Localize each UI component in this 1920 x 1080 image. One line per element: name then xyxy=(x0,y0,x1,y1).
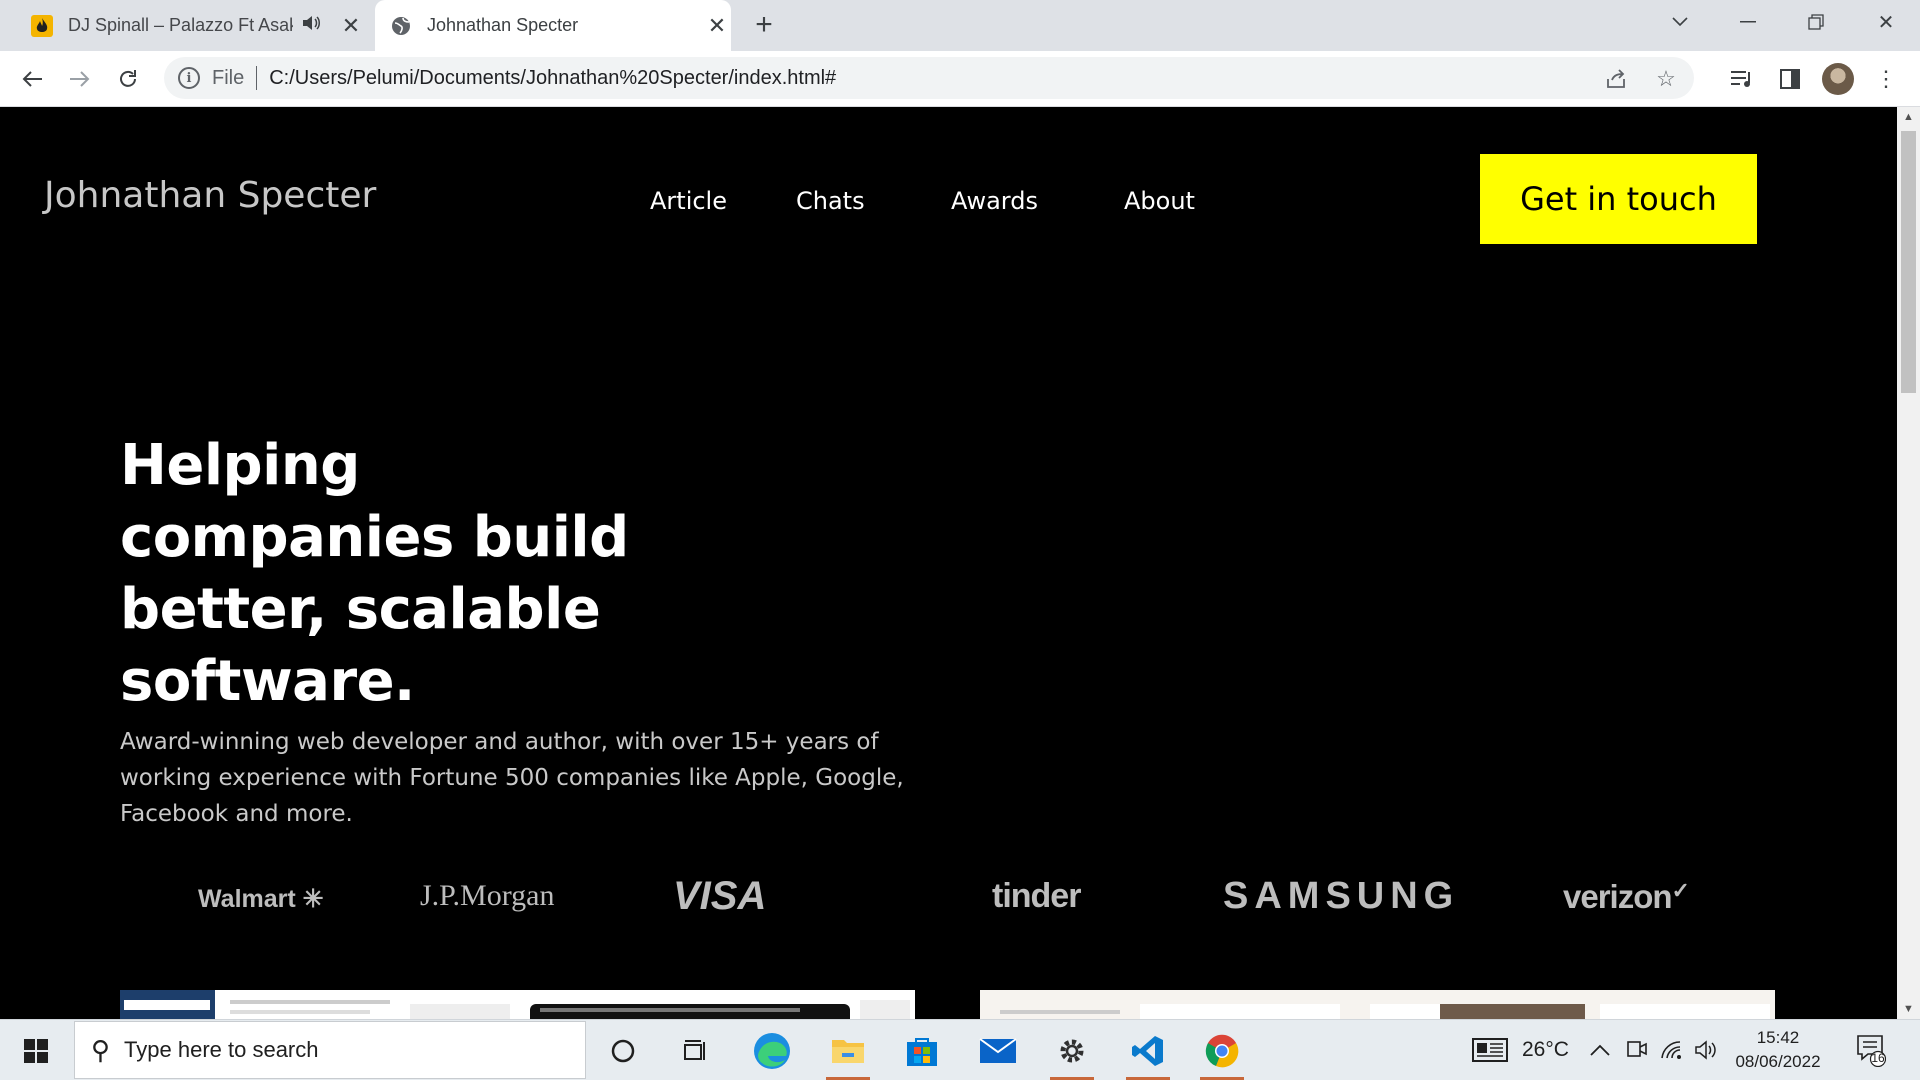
media-control-icon[interactable] xyxy=(1726,63,1758,95)
search-placeholder: Type here to search xyxy=(124,1037,319,1062)
notification-center-icon[interactable]: 16 xyxy=(1856,1020,1886,1080)
browser-toolbar: i File C:/Users/Pelumi/Documents/Johnath… xyxy=(0,51,1920,107)
mail-icon[interactable] xyxy=(972,1028,1024,1074)
hero-subtitle: Award-winning web developer and author, … xyxy=(120,729,904,827)
divider xyxy=(256,66,258,90)
cortana-icon[interactable] xyxy=(597,1028,649,1074)
spark-icon: ✳ xyxy=(302,885,324,913)
menu-kebab-icon[interactable]: ⋮ xyxy=(1870,63,1902,95)
scheme-label: File xyxy=(212,66,245,89)
search-icon: ⚲ xyxy=(91,1034,111,1065)
speaker-icon[interactable] xyxy=(299,15,323,36)
tab-title: DJ Spinall – Palazzo Ft Asake xyxy=(68,15,293,35)
meet-now-icon[interactable] xyxy=(1626,1020,1648,1080)
hero-title: Helping companies build better, scalable… xyxy=(120,433,629,714)
microsoft-store-icon[interactable] xyxy=(896,1028,948,1074)
clock-time: 15:42 xyxy=(1756,1028,1800,1047)
vscode-icon[interactable] xyxy=(1122,1028,1174,1080)
scroll-thumb[interactable] xyxy=(1901,131,1916,393)
tab-johnathan-specter[interactable]: Johnathan Specter ✕ xyxy=(375,0,731,51)
visa-logo: VISA xyxy=(673,874,767,918)
notification-count: 16 xyxy=(1871,1051,1885,1065)
edge-icon[interactable] xyxy=(746,1028,798,1074)
new-tab-button[interactable]: + xyxy=(748,10,780,42)
tinder-logo: tinder xyxy=(992,877,1081,915)
side-panel-icon[interactable] xyxy=(1774,63,1806,95)
flame-icon xyxy=(30,14,54,38)
share-icon[interactable] xyxy=(1602,65,1630,93)
verizon-logo: verizon✓ xyxy=(1563,878,1690,915)
samsung-logo: SAMSUNG xyxy=(1223,875,1460,917)
show-hidden-icons[interactable] xyxy=(1590,1020,1610,1080)
weather-widget[interactable]: 26°C xyxy=(1472,1020,1569,1080)
bookmark-star-icon[interactable]: ☆ xyxy=(1652,65,1680,93)
windows-taskbar: ⚲ Type here to search 26°C 15:42 08/06/2… xyxy=(0,1019,1920,1080)
walmart-logo: Walmart ✳ xyxy=(198,885,324,913)
site-logo[interactable]: Johnathan Specter xyxy=(44,175,376,216)
project-thumbnail[interactable] xyxy=(120,990,915,1019)
tab-search-chevron-icon[interactable] xyxy=(1650,0,1710,44)
close-window-icon[interactable]: ✕ xyxy=(1856,0,1916,44)
nav-chats[interactable]: Chats xyxy=(796,187,865,215)
web-page: Johnathan Specter Article Chats Awards A… xyxy=(0,107,1897,1019)
close-tab-icon[interactable]: ✕ xyxy=(337,12,365,40)
volume-icon[interactable] xyxy=(1694,1020,1718,1080)
weather-temperature: 26°C xyxy=(1522,1038,1569,1061)
windows-start-icon[interactable] xyxy=(14,1034,58,1068)
wifi-icon[interactable] xyxy=(1660,1020,1684,1080)
address-bar[interactable]: i File C:/Users/Pelumi/Documents/Johnath… xyxy=(164,57,1694,99)
scroll-up-icon[interactable]: ▲ xyxy=(1897,107,1920,127)
tab-dj-spinall[interactable]: DJ Spinall – Palazzo Ft Asake ✕ xyxy=(16,0,370,51)
minimize-icon[interactable] xyxy=(1718,0,1778,44)
project-thumbnail[interactable] xyxy=(980,990,1775,1019)
url-text[interactable]: C:/Users/Pelumi/Documents/Johnathan%20Sp… xyxy=(269,67,836,90)
system-clock[interactable]: 15:42 08/06/2022 xyxy=(1728,1026,1828,1074)
site-info-icon[interactable]: i xyxy=(178,67,200,89)
back-icon[interactable] xyxy=(14,61,50,97)
clock-date: 08/06/2022 xyxy=(1735,1052,1821,1071)
task-view-icon[interactable] xyxy=(670,1028,722,1074)
jpmorgan-logo: J.P.Morgan xyxy=(420,879,555,912)
nav-article[interactable]: Article xyxy=(650,187,727,215)
profile-avatar[interactable] xyxy=(1822,63,1854,95)
restore-icon[interactable] xyxy=(1786,0,1846,44)
settings-gear-icon[interactable] xyxy=(1046,1028,1098,1080)
forward-icon[interactable] xyxy=(62,61,98,97)
tab-title: Johnathan Specter xyxy=(427,15,579,35)
browser-tab-strip: DJ Spinall – Palazzo Ft Asake ✕ Johnatha… xyxy=(0,0,1920,51)
reload-icon[interactable] xyxy=(110,61,146,97)
news-icon xyxy=(1472,1038,1508,1062)
vertical-scrollbar[interactable]: ▲ ▼ xyxy=(1897,107,1920,1019)
file-explorer-icon[interactable] xyxy=(822,1028,874,1080)
nav-awards[interactable]: Awards xyxy=(951,187,1038,215)
chrome-icon[interactable] xyxy=(1196,1028,1248,1080)
get-in-touch-button[interactable]: Get in touch xyxy=(1480,154,1757,244)
globe-icon xyxy=(389,14,413,38)
close-tab-icon[interactable]: ✕ xyxy=(703,12,731,40)
taskbar-search-input[interactable]: ⚲ Type here to search xyxy=(74,1021,586,1079)
nav-about[interactable]: About xyxy=(1124,187,1195,215)
scroll-down-icon[interactable]: ▼ xyxy=(1897,999,1920,1019)
